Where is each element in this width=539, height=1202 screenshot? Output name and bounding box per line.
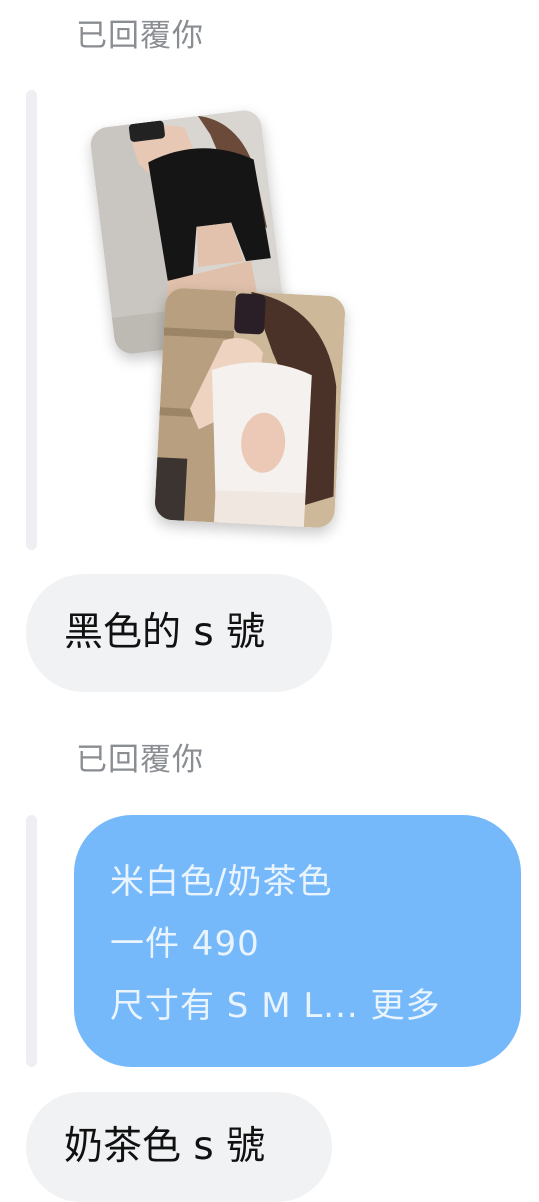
- white-top-photo[interactable]: [154, 287, 346, 529]
- message-text-2: 奶茶色 s 號: [64, 1124, 266, 1169]
- message-text-1: 黑色的 s 號: [64, 610, 266, 655]
- quoted-line-3-text: 尺寸有 S M L...: [110, 986, 371, 1026]
- see-more-link[interactable]: 更多: [371, 986, 441, 1026]
- quoted-line-3: 尺寸有 S M L... 更多: [110, 975, 501, 1037]
- replied-to-you-label-2: 已回覆你: [76, 742, 204, 778]
- reply-quote-bar-1: [26, 90, 37, 550]
- quoted-message-bubble[interactable]: 米白色/奶茶色 一件 490 尺寸有 S M L... 更多: [74, 815, 521, 1067]
- reply-quote-bar-2: [26, 815, 37, 1067]
- quoted-line-2: 一件 490: [110, 924, 260, 964]
- white-top-photo-image: [154, 287, 346, 529]
- message-bubble-1[interactable]: 黑色的 s 號: [26, 574, 332, 692]
- quoted-line-1: 米白色/奶茶色: [110, 862, 333, 902]
- replied-to-you-label-1: 已回覆你: [76, 18, 204, 54]
- message-bubble-2[interactable]: 奶茶色 s 號: [26, 1092, 332, 1202]
